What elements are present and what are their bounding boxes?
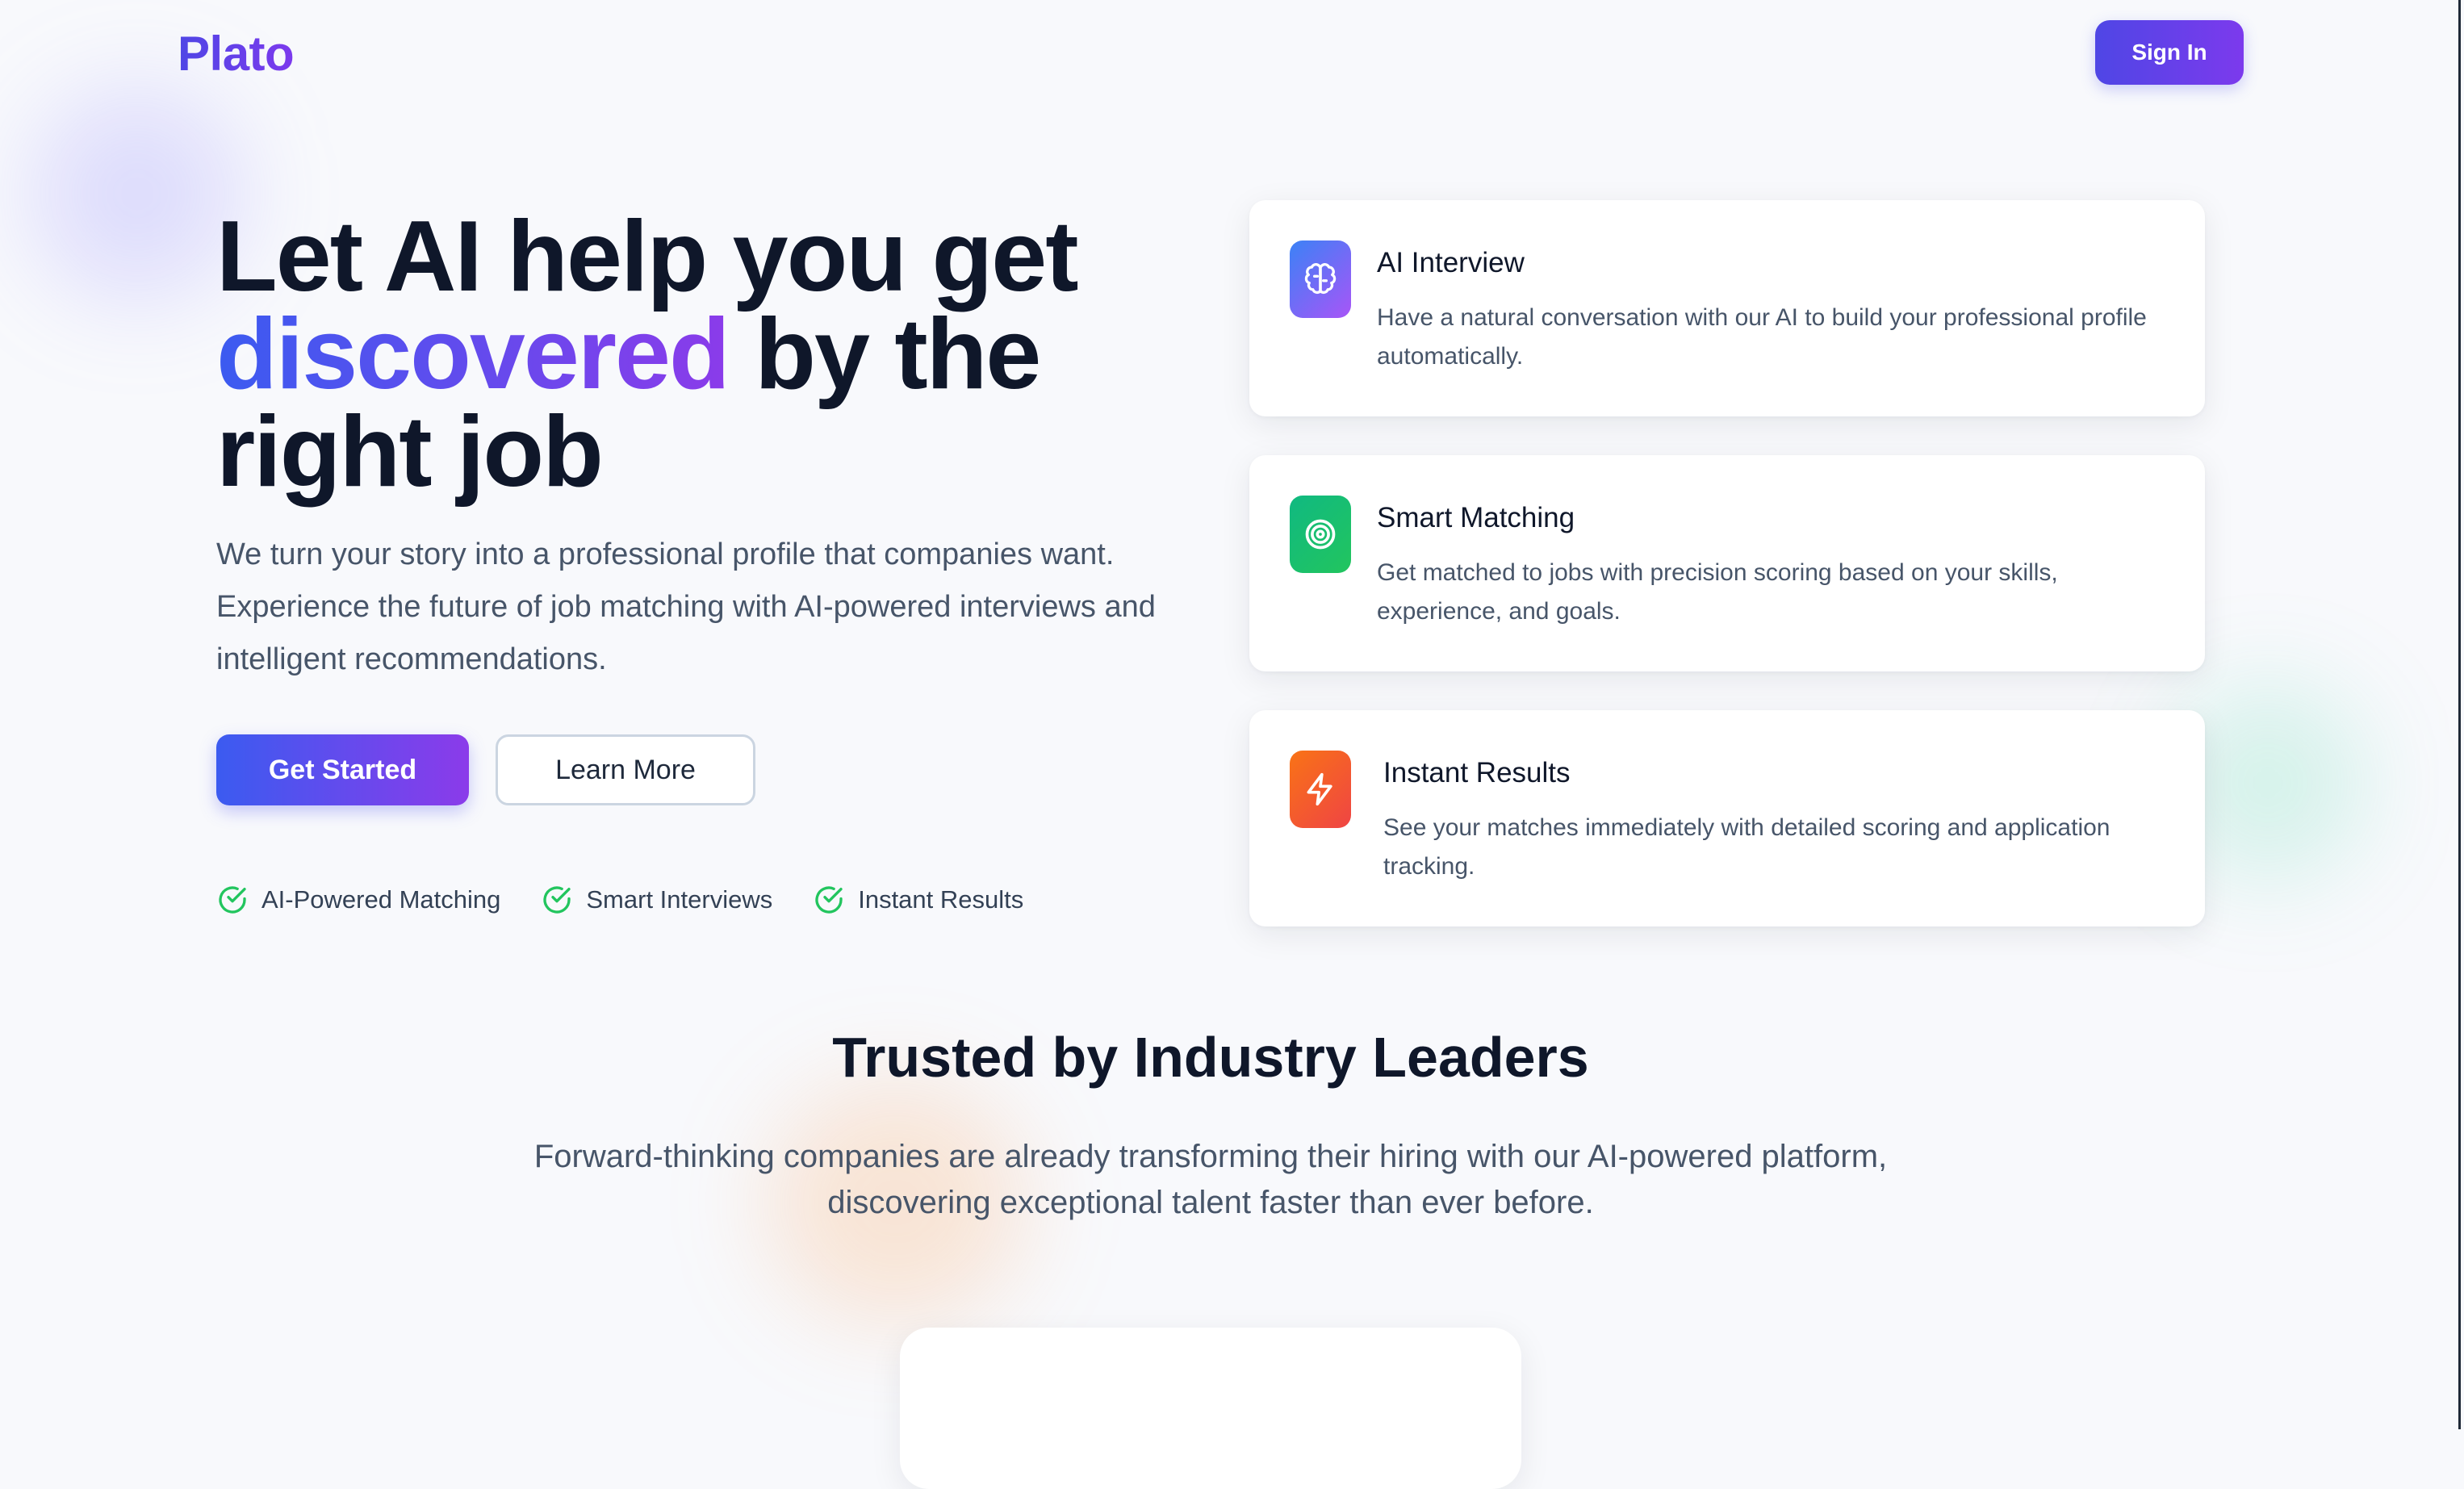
get-started-button[interactable]: Get Started [216,734,469,805]
card-description: Have a natural conversation with our AI … [1377,304,2147,370]
card-title: AI Interview [1377,247,1525,278]
feature-item: AI-Powered Matching [216,884,500,916]
feature-card-smart-matching: Smart Matching Get matched to jobs with … [1249,455,2205,671]
card-title: Instant Results [1383,757,1571,788]
background-glow-purple [32,89,242,299]
card-description: Get matched to jobs with precision scori… [1377,559,2058,625]
window-edge [2458,0,2461,1429]
check-circle-icon [543,886,571,914]
check-circle-icon [815,886,843,914]
hero-description: We turn your story into a professional p… [216,537,1156,676]
trusted-logo-card [900,1328,1521,1489]
hero-title: Let AI help you get discovered by the righ… [216,207,1265,502]
feature-card-ai-interview: AI Interview Have a natural conversation… [1249,200,2205,416]
learn-more-button[interactable]: Learn More [496,734,755,805]
feature-label: AI-Powered Matching [261,885,501,914]
hero-feature-list: AI-Powered Matching Smart Interviews Ins… [216,884,1023,916]
hero-title-line-1: Let AI help you get [216,201,1079,312]
card-description: See your matches immediately with detail… [1383,814,2111,880]
trusted-description: Forward-thinking companies are already t… [533,1139,1888,1220]
trusted-title: Trusted by Industry Leaders [832,1026,1589,1089]
lightning-icon [1290,751,1351,828]
hero-title-line-2: by the [755,299,1041,410]
hero-title-highlight: discovered [216,299,730,410]
feature-label: Smart Interviews [586,885,773,914]
feature-label: Instant Results [858,885,1024,914]
feature-item: Instant Results [813,884,1023,916]
card-title: Smart Matching [1377,502,1575,533]
brain-icon [1290,240,1351,318]
check-circle-icon [219,886,246,914]
hero-title-line-3: right job [216,396,604,508]
feature-item: Smart Interviews [541,884,772,916]
sign-in-button[interactable]: Sign In [2095,20,2244,85]
brand-logo[interactable]: Plato [178,26,295,82]
feature-card-instant-results: Instant Results See your matches immedia… [1249,710,2205,926]
target-icon [1290,496,1351,573]
